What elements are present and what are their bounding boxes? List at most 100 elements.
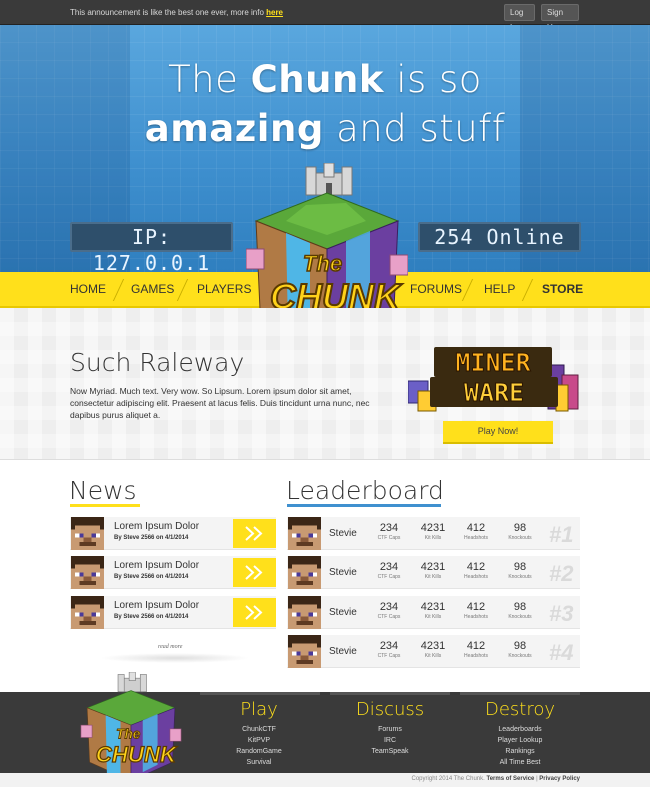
stat-label: Knockouts — [508, 574, 532, 580]
footer-link-kitpvp[interactable]: KitPVP — [199, 735, 319, 746]
footer-link-irc[interactable]: IRC — [330, 735, 450, 746]
stat-ctf-caps: 234 CTF Caps — [369, 640, 409, 659]
server-ip-display: IP: 127.0.0.1 — [70, 222, 233, 275]
leaderboard-row[interactable]: Stevie 234 CTF Caps 4231 Kit Kills 412 Head… — [287, 596, 580, 629]
steve-avatar-icon — [71, 517, 104, 550]
terms-link[interactable]: Terms of Service — [486, 776, 534, 782]
news-arrow-button[interactable] — [233, 558, 276, 587]
nav-help[interactable]: HELP — [484, 282, 515, 296]
login-button[interactable]: Log In — [504, 4, 535, 32]
promo-text: Now Myriad. Much text. Very wow. So Lips… — [70, 386, 370, 420]
footer-chunk-logo[interactable]: The CHUNK — [78, 672, 184, 782]
player-name[interactable]: Stevie — [329, 607, 357, 618]
stat-label: Kit Kills — [424, 574, 442, 580]
online-count-display: 254 Online — [418, 222, 581, 252]
player-name[interactable]: Stevie — [329, 646, 357, 657]
stat-kit-kills: 4231 Kit Kills — [413, 561, 453, 580]
leaderboard-row[interactable]: Stevie 234 CTF Caps 4231 Kit Kills 412 Head… — [287, 556, 580, 589]
footer-link-chunkctf[interactable]: ChunkCTF — [199, 724, 319, 735]
footer-link-rankings[interactable]: Rankings — [460, 746, 580, 757]
news-title[interactable]: Lorem Ipsum Dolor — [114, 600, 199, 611]
footer-link-forums[interactable]: Forums — [330, 724, 450, 735]
news-item[interactable]: Lorem Ipsum Dolor By Steve 2566 on 4/1/2… — [70, 517, 276, 550]
nav-home[interactable]: HOME — [70, 282, 106, 296]
steve-avatar-icon — [288, 635, 321, 668]
stat-knockouts: 98 Knockouts — [500, 522, 540, 541]
footer-logo-text-the: The — [116, 727, 141, 742]
stat-label: Headshots — [464, 614, 488, 620]
stat-kit-kills: 4231 Kit Kills — [413, 522, 453, 541]
nav-separator — [176, 279, 189, 301]
footer-tab — [330, 692, 450, 695]
steve-avatar-icon — [288, 517, 321, 550]
stat-headshots: 412 Headshots — [456, 561, 496, 580]
stat-value: 234 — [379, 522, 399, 534]
news-arrow-button[interactable] — [233, 519, 276, 548]
nav-games[interactable]: GAMES — [131, 282, 174, 296]
stat-value: 98 — [513, 522, 527, 534]
steve-avatar-icon — [71, 596, 104, 629]
stat-label: Knockouts — [508, 535, 532, 541]
hero-line1-bold: Chunk — [250, 58, 384, 101]
news-item[interactable]: Lorem Ipsum Dolor By Steve 2566 on 4/1/2… — [70, 596, 276, 629]
news-heading-underline — [70, 504, 140, 507]
news-title[interactable]: Lorem Ipsum Dolor — [114, 521, 199, 532]
minerware-text-ware: WARE — [464, 378, 524, 407]
footer-link-player-lookup[interactable]: Player Lookup — [460, 735, 580, 746]
footer-link-leaderboards[interactable]: Leaderboards — [460, 724, 580, 735]
rank-badge: #1 — [549, 522, 574, 547]
stat-knockouts: 98 Knockouts — [500, 561, 540, 580]
stat-label: Kit Kills — [424, 535, 442, 541]
player-name[interactable]: Stevie — [329, 567, 357, 578]
footer-link-teamspeak[interactable]: TeamSpeak — [330, 746, 450, 757]
stat-value: 98 — [513, 640, 527, 652]
footer-link-survival[interactable]: Survival — [199, 757, 319, 768]
leaderboard-heading-underline — [287, 504, 441, 507]
promo-title: Such Raleway — [70, 348, 245, 377]
hero-headline: The Chunk is so amazing and stuff — [0, 55, 650, 153]
player-name[interactable]: Stevie — [329, 528, 357, 539]
stat-label: Headshots — [464, 653, 488, 659]
footer-link-all-time-best[interactable]: All Time Best — [460, 757, 580, 768]
footer-link-randomgame[interactable]: RandomGame — [199, 746, 319, 757]
rank-badge: #2 — [549, 561, 574, 586]
announcement-message: This announcement is like the best one e… — [70, 8, 267, 17]
stat-value: 412 — [466, 522, 486, 534]
news-meta: By Steve 2566 on 4/1/2014 — [114, 574, 189, 580]
news-meta: By Steve 2566 on 4/1/2014 — [114, 535, 189, 541]
footer-destroy-title: Destroy — [484, 699, 556, 720]
leaderboard-row[interactable]: Stevie 234 CTF Caps 4231 Kit Kills 412 Head… — [287, 517, 580, 550]
footer-tab — [200, 692, 320, 695]
stat-label: Headshots — [464, 535, 488, 541]
stat-headshots: 412 Headshots — [456, 640, 496, 659]
news-item[interactable]: Lorem Ipsum Dolor By Steve 2566 on 4/1/2… — [70, 556, 276, 589]
stat-kit-kills: 4231 Kit Kills — [413, 601, 453, 620]
stat-value: 412 — [466, 601, 486, 613]
footer-column-play: Play ChunkCTF KitPVP RandomGame Survival — [199, 699, 319, 768]
stat-ctf-caps: 234 CTF Caps — [369, 601, 409, 620]
news-title[interactable]: Lorem Ipsum Dolor — [114, 560, 199, 571]
footer-discuss-title: Discuss — [355, 699, 425, 720]
stat-headshots: 412 Headshots — [456, 601, 496, 620]
stat-value: 234 — [379, 561, 399, 573]
nav-players[interactable]: PLAYERS — [197, 282, 251, 296]
read-more-shadow — [100, 653, 250, 663]
stat-label: CTF Caps — [377, 653, 401, 659]
nav-forums[interactable]: FORUMS — [410, 282, 462, 296]
signup-button[interactable]: Sign Up — [541, 4, 579, 32]
read-more-link[interactable]: read more — [158, 644, 182, 650]
leaderboard-row[interactable]: Stevie 234 CTF Caps 4231 Kit Kills 412 Head… — [287, 635, 580, 668]
hero-line1-pre: The — [168, 58, 251, 101]
minerware-game-logo[interactable]: MINER WARE — [408, 345, 580, 413]
logo-text-the: The — [303, 251, 342, 276]
hero-line2-post: and stuff — [323, 107, 506, 150]
steve-avatar-icon — [71, 556, 104, 589]
announcement-link[interactable]: here — [266, 8, 283, 17]
privacy-link[interactable]: Privacy Policy — [539, 776, 580, 782]
stat-value: 98 — [513, 601, 527, 613]
play-now-button[interactable]: Play Now! — [443, 421, 553, 444]
rank-badge: #3 — [549, 601, 574, 626]
news-arrow-button[interactable] — [233, 598, 276, 627]
stat-value: 234 — [379, 601, 399, 613]
nav-store[interactable]: STORE — [542, 282, 583, 296]
